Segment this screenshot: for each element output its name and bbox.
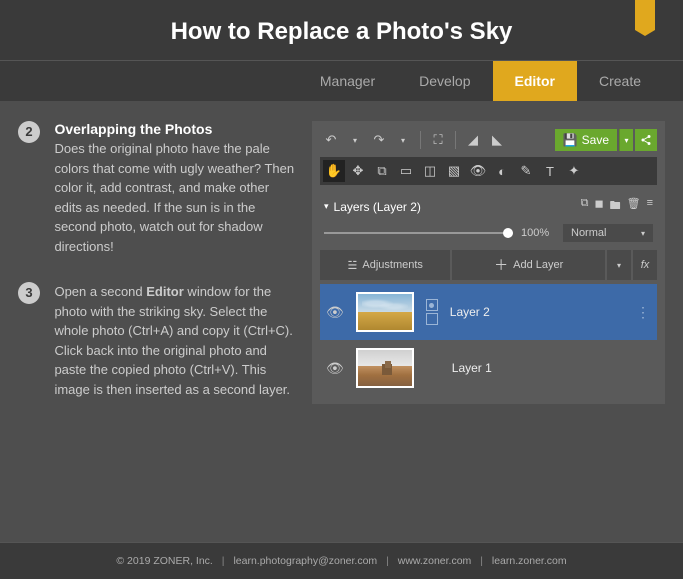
collapse-icon[interactable]: ▾ xyxy=(324,201,329,212)
share-button[interactable] xyxy=(635,129,657,151)
mask-icon[interactable]: ◼ xyxy=(594,197,603,216)
mask-box-icon[interactable] xyxy=(426,313,438,325)
visibility-icon[interactable]: 👁 xyxy=(326,304,344,321)
move-tool-icon[interactable]: ✥ xyxy=(347,160,369,182)
more-icon[interactable]: ⋮ xyxy=(636,304,651,321)
rect-tool-icon[interactable]: ◫ xyxy=(419,160,441,182)
menu-icon[interactable]: ≡ xyxy=(647,197,653,216)
tab-develop[interactable]: Develop xyxy=(397,61,492,101)
opacity-slider[interactable] xyxy=(324,232,513,234)
add-layer-button[interactable]: ＋ Add Layer xyxy=(452,250,605,280)
tab-editor[interactable]: Editor xyxy=(493,61,577,101)
step-3: 3 Open a second Editor window for the ph… xyxy=(18,282,296,399)
layers-title: Layers (Layer 2) xyxy=(334,200,581,214)
layer-name[interactable]: Layer 1 xyxy=(452,361,651,375)
page-footer: © 2019 ZONER, Inc. | learn.photography@z… xyxy=(0,542,683,579)
step-body: Does the original photo have the pale co… xyxy=(54,141,294,254)
tab-bar: Manager Develop Editor Create xyxy=(0,61,683,101)
visibility-icon[interactable]: 👁 xyxy=(326,360,344,377)
hand-tool-icon[interactable]: ✋ xyxy=(323,160,345,182)
history-toolbar: ↶ ▾ ↷ ▾ ⛶ ◢ ◣ 💾 Save ▾ xyxy=(320,129,657,151)
duplicate-icon[interactable]: ⧉ xyxy=(581,197,589,216)
layers-header: ▾ Layers (Layer 2) ⧉ ◼ 🖿 🗑 ≡ xyxy=(320,191,657,222)
layer-row[interactable]: 👁 Layer 1 xyxy=(320,340,657,396)
redo-dropdown-icon[interactable]: ▾ xyxy=(392,129,414,151)
undo-dropdown-icon[interactable]: ▾ xyxy=(344,129,366,151)
page-title: How to Replace a Photo's Sky xyxy=(0,18,683,46)
step-2: 2 Overlapping the Photos Does the origin… xyxy=(18,121,296,256)
layer-name[interactable]: Layer 2 xyxy=(450,305,624,319)
step-number: 3 xyxy=(18,282,40,304)
brush-tool-icon[interactable]: ✎ xyxy=(515,160,537,182)
gradient-tool-icon[interactable]: ◐ xyxy=(491,160,513,182)
mask-indicators xyxy=(426,299,438,325)
separator xyxy=(455,131,456,149)
folder-icon[interactable]: 🖿 xyxy=(610,197,621,216)
adjustments-icon: ☱ xyxy=(348,259,358,272)
layer-buttons: ☱ Adjustments ＋ Add Layer ▾ fx xyxy=(320,250,657,280)
opacity-row: 100% Normal▾ xyxy=(320,222,657,250)
footer-email[interactable]: learn.photography@zoner.com xyxy=(233,555,377,567)
undo-icon[interactable]: ↶ xyxy=(320,129,342,151)
adjustments-button[interactable]: ☱ Adjustments xyxy=(320,250,450,280)
save-button[interactable]: 💾 Save xyxy=(555,129,617,151)
step-title: Overlapping the Photos xyxy=(54,121,212,137)
bookmark-icon[interactable] xyxy=(635,0,655,30)
tab-manager[interactable]: Manager xyxy=(298,61,397,101)
instructions-column: 2 Overlapping the Photos Does the origin… xyxy=(18,121,296,542)
eye-tool-icon[interactable]: 👁 xyxy=(467,160,489,182)
opacity-value: 100% xyxy=(521,227,555,239)
layer-thumbnail[interactable] xyxy=(356,292,414,332)
picker-tool-icon[interactable]: ✦ xyxy=(563,160,585,182)
footer-url[interactable]: learn.zoner.com xyxy=(492,555,567,567)
text-tool-icon[interactable]: T xyxy=(539,160,561,182)
editor-panel: ↶ ▾ ↷ ▾ ⛶ ◢ ◣ 💾 Save ▾ ✋ ✥ ⧉ ▭ ◫ ▧ 👁 ◐ ✎… xyxy=(312,121,665,404)
tab-create[interactable]: Create xyxy=(577,61,663,101)
blend-mode-select[interactable]: Normal▾ xyxy=(563,224,653,242)
layer-thumbnail[interactable] xyxy=(356,348,414,388)
crop-tool-icon[interactable]: ⧉ xyxy=(371,160,393,182)
rotate-left-icon[interactable]: ◢ xyxy=(462,129,484,151)
copyright: © 2019 ZONER, Inc. xyxy=(116,555,212,567)
page-header: How to Replace a Photo's Sky xyxy=(0,0,683,61)
rotate-right-icon[interactable]: ◣ xyxy=(486,129,508,151)
plus-icon: ＋ xyxy=(494,255,508,275)
redo-icon[interactable]: ↷ xyxy=(368,129,390,151)
separator xyxy=(420,131,421,149)
mask-link-icon[interactable] xyxy=(426,299,438,311)
zoom-fit-icon[interactable]: ⛶ xyxy=(427,129,449,151)
add-layer-dropdown[interactable]: ▾ xyxy=(607,250,631,280)
tools-toolbar: ✋ ✥ ⧉ ▭ ◫ ▧ 👁 ◐ ✎ T ✦ xyxy=(320,157,657,185)
footer-url[interactable]: www.zoner.com xyxy=(398,555,472,567)
fx-button[interactable]: fx xyxy=(633,250,657,280)
trash-icon[interactable]: 🗑 xyxy=(627,197,641,216)
step-body: Open a second Editor window for the phot… xyxy=(54,284,292,397)
step-number: 2 xyxy=(18,121,40,143)
layer-row[interactable]: 👁 Layer 2 ⋮ xyxy=(320,284,657,340)
shape-tool-icon[interactable]: ▧ xyxy=(443,160,465,182)
content-area: 2 Overlapping the Photos Does the origin… xyxy=(0,101,683,542)
save-dropdown[interactable]: ▾ xyxy=(619,129,633,151)
selection-tool-icon[interactable]: ▭ xyxy=(395,160,417,182)
